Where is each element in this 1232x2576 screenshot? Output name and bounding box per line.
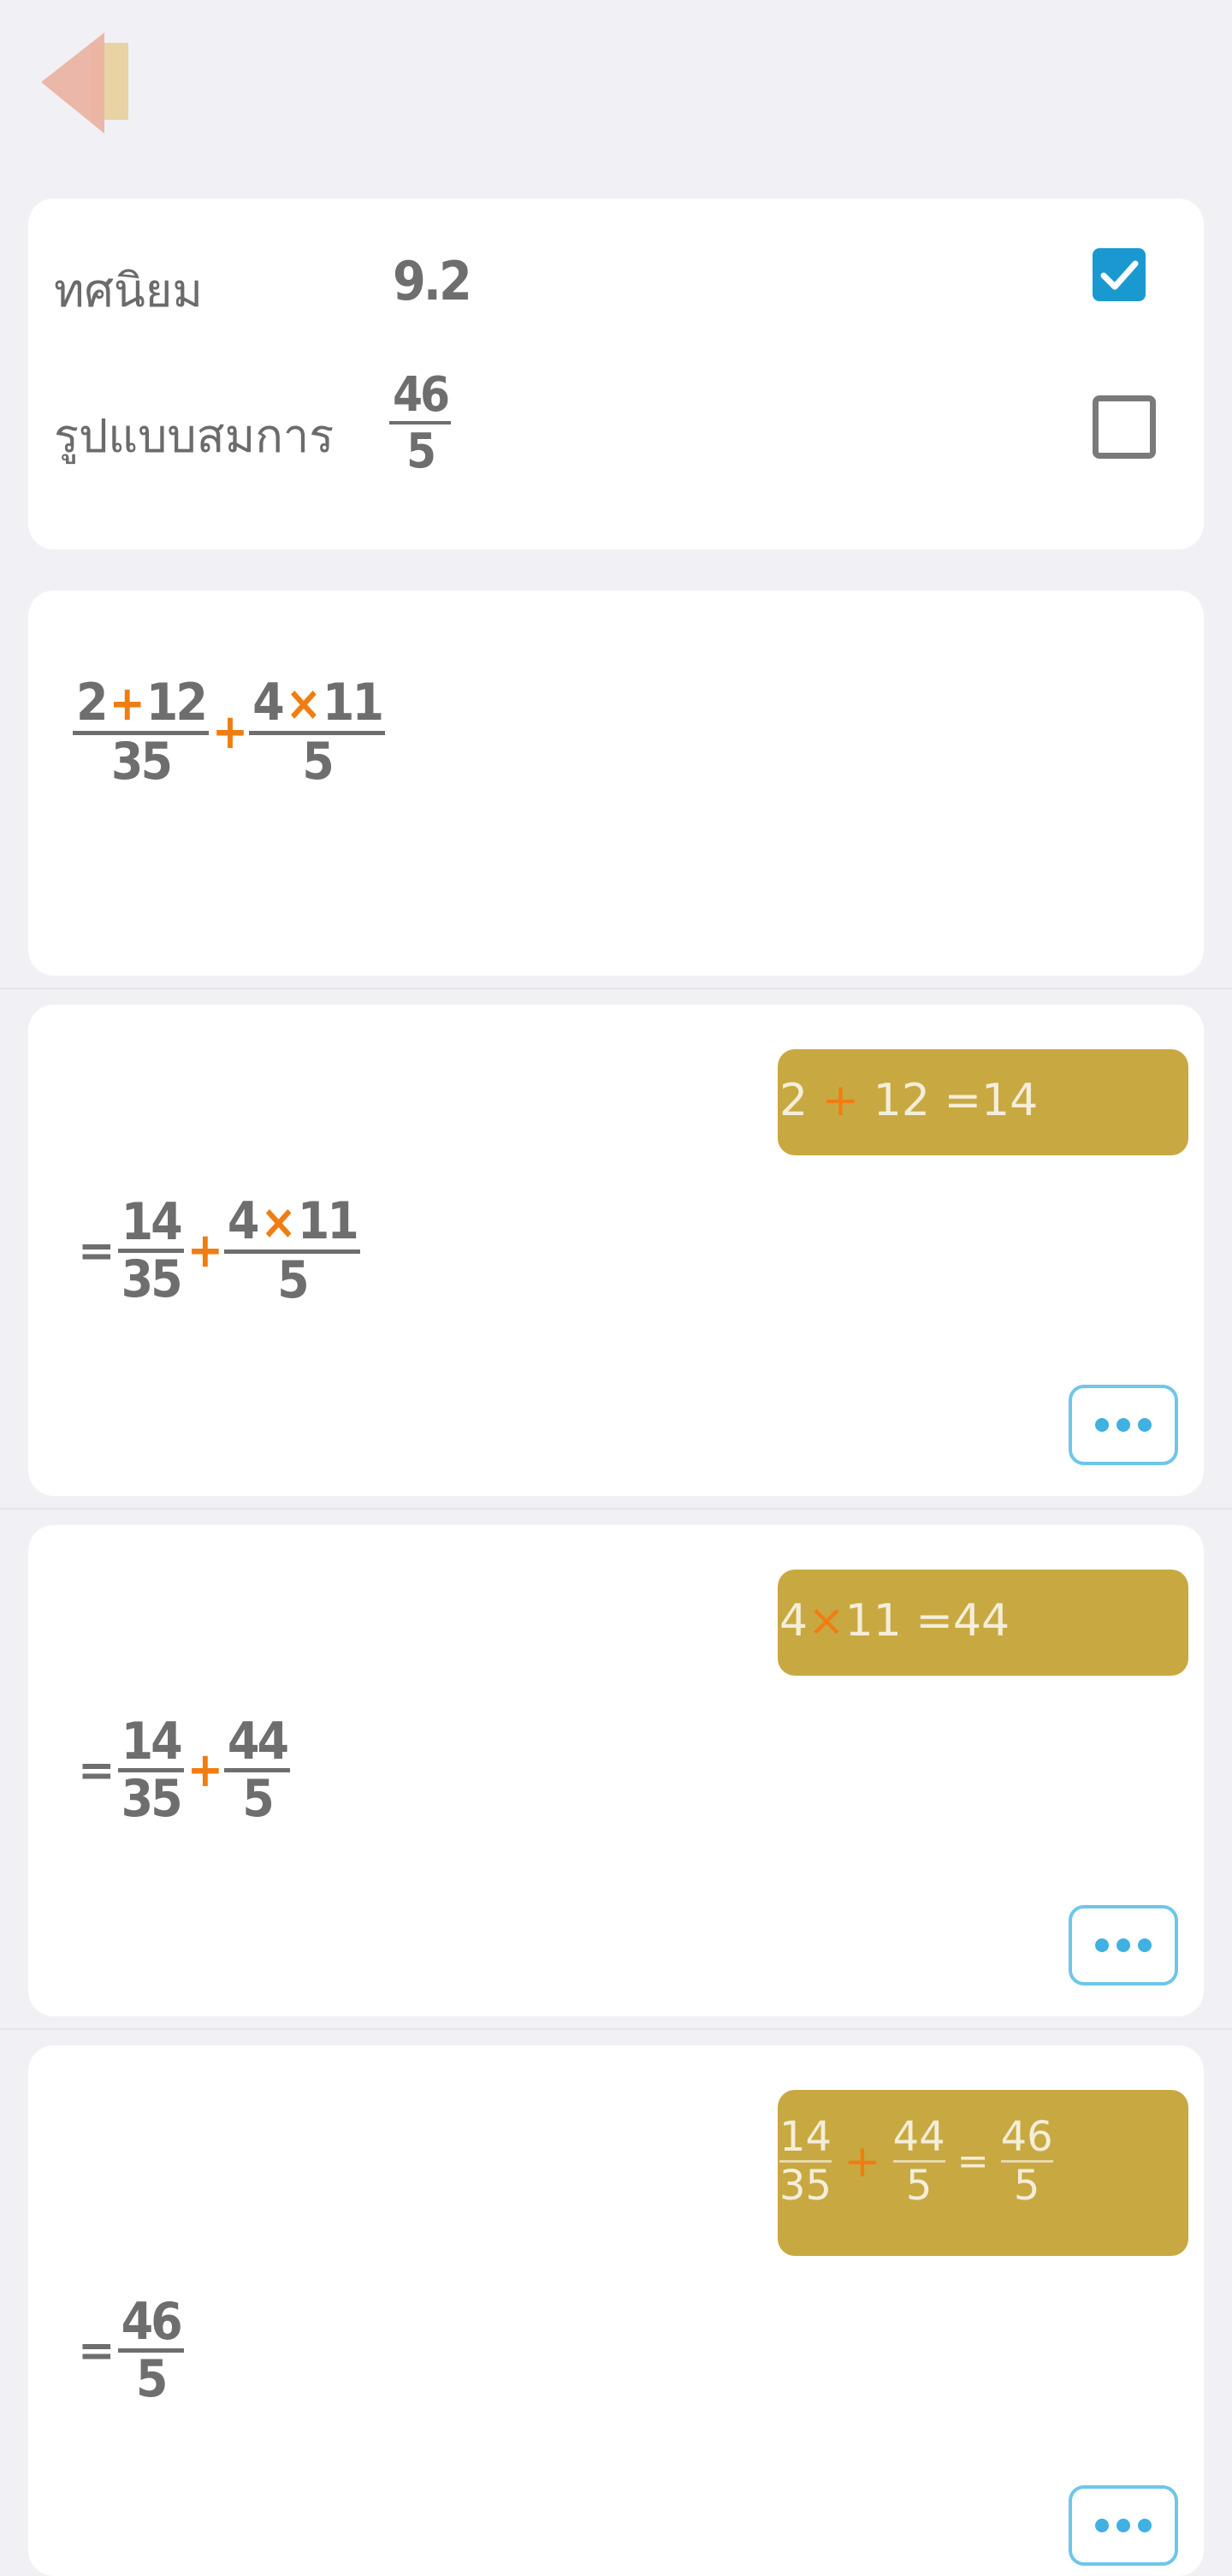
hint-numerator: 14: [779, 2113, 832, 2161]
check-icon: [1100, 260, 1139, 290]
more-button[interactable]: [1069, 1905, 1178, 1985]
hint-term: 11: [844, 1595, 902, 1647]
denominator: 35: [121, 1769, 183, 1829]
denominator: 5: [242, 1769, 275, 1829]
step-expression: = 46 5: [78, 2295, 184, 2406]
more-dots-icon: [1138, 2519, 1152, 2532]
step-hint: 14 35 + 44 5 = 46 5: [778, 2090, 1188, 2256]
numerator-term: 12: [145, 673, 208, 733]
problem-card: 2+12 35 + 4×11 5: [28, 591, 1204, 976]
fraction-checkbox[interactable]: [1093, 395, 1156, 459]
more-dots-icon: [1116, 1418, 1130, 1432]
more-dots-icon: [1095, 1418, 1109, 1432]
hint-denominator: 5: [905, 2162, 933, 2210]
step-card: 4×11 =44 = 14 35 + 44 5: [28, 1525, 1204, 2016]
numerator-term: 11: [297, 1191, 359, 1251]
hint-equals: =: [957, 2140, 989, 2183]
numerator-term: 11: [322, 673, 384, 733]
operator: ×: [285, 676, 322, 732]
decimal-checkbox[interactable]: [1093, 248, 1146, 301]
hint-denominator: 35: [779, 2162, 832, 2210]
hint-equals: =: [944, 1075, 982, 1126]
equals-sign: =: [78, 1225, 116, 1277]
step-card: 2 + 12 =14 = 14 35 + 4×11 5: [28, 1005, 1204, 1496]
operator: +: [211, 704, 248, 760]
hint-operator: +: [844, 2135, 881, 2187]
step-hint: 2 + 12 =14: [778, 1049, 1188, 1155]
divider: [0, 988, 1232, 989]
more-dots-icon: [1116, 1938, 1130, 1952]
more-dots-icon: [1095, 2519, 1109, 2532]
numerator-term: 2: [76, 673, 109, 733]
equals-sign: =: [78, 1744, 116, 1796]
numerator-term: 4: [227, 1191, 260, 1251]
step-expression: = 14 35 + 44 5: [78, 1712, 291, 1829]
back-button[interactable]: [38, 33, 140, 139]
operator: +: [187, 1742, 223, 1798]
back-arrow-icon: [41, 33, 128, 134]
numerator: 44: [227, 1712, 289, 1772]
hint-operator: +: [821, 1075, 860, 1126]
fraction-numerator: 46: [393, 367, 450, 423]
numerator: 46: [121, 2292, 183, 2352]
numerator: 14: [121, 1712, 183, 1772]
hint-term: 12: [873, 1075, 930, 1126]
step-card: 14 35 + 44 5 = 46 5 = 46 5: [28, 2045, 1204, 2576]
hint-operator: ×: [808, 1595, 845, 1647]
hint-denominator: 5: [1013, 2162, 1040, 2210]
more-button[interactable]: [1069, 2485, 1178, 2566]
settings-card: ทศนิยม 9.2 รูปแบบสมการ 46 5: [28, 199, 1204, 549]
decimal-label: ทศนิยม: [54, 264, 204, 318]
denominator: 5: [135, 2349, 169, 2409]
numerator-term: 4: [252, 673, 285, 733]
decimal-value: 9.2: [393, 250, 472, 312]
hint-term: 2: [779, 1075, 808, 1126]
fraction-denominator: 5: [406, 424, 436, 479]
operator: +: [187, 1223, 223, 1279]
hint-term: 4: [779, 1595, 808, 1647]
hint-result: 14: [981, 1075, 1039, 1126]
hint-numerator: 46: [1000, 2113, 1053, 2161]
denominator: 5: [277, 1250, 310, 1310]
numerator: 14: [121, 1192, 183, 1252]
step-expression: = 14 35 + 4×11 5: [78, 1195, 360, 1307]
denominator: 35: [110, 732, 173, 792]
step-hint: 4×11 =44: [778, 1570, 1188, 1676]
operator: +: [109, 676, 145, 732]
more-dots-icon: [1138, 1418, 1152, 1432]
problem-expression: 2+12 35 + 4×11 5: [73, 673, 386, 792]
more-dots-icon: [1116, 2519, 1130, 2532]
fraction-label: รูปแบบสมการ: [54, 409, 335, 463]
hint-result: 44: [952, 1595, 1010, 1647]
operator: ×: [260, 1195, 296, 1250]
equals-sign: =: [78, 2324, 116, 2377]
denominator: 5: [302, 732, 335, 792]
more-button[interactable]: [1069, 1385, 1178, 1465]
divider: [0, 2028, 1232, 2030]
divider: [0, 1508, 1232, 1510]
more-dots-icon: [1095, 1938, 1109, 1952]
more-dots-icon: [1138, 1938, 1152, 1952]
denominator: 35: [121, 1249, 183, 1309]
fraction-value: 46 5: [389, 367, 452, 479]
hint-equals: =: [915, 1595, 953, 1647]
hint-numerator: 44: [892, 2113, 945, 2161]
